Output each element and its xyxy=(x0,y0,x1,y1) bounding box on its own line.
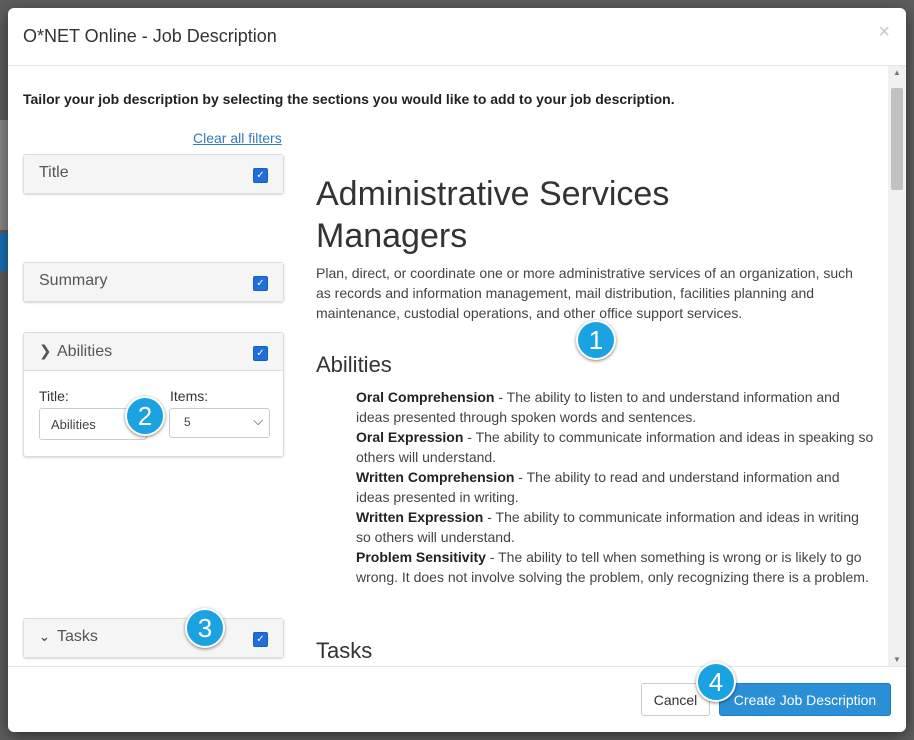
abilities-checkbox[interactable]: ✓ xyxy=(253,346,268,361)
title-checkbox[interactable]: ✓ xyxy=(253,168,268,183)
panel-header-tasks[interactable]: ⌄ Tasks ✓ xyxy=(24,619,283,657)
chevron-down-icon: ⌄ xyxy=(39,629,50,644)
chevron-right-icon: ❯ xyxy=(39,343,52,360)
section-panel-summary: Summary ✓ xyxy=(23,262,284,302)
chevron-down-icon: ⌵ xyxy=(253,413,263,428)
scroll-up-arrow-icon[interactable]: ▲ xyxy=(893,68,901,77)
list-item: Oral Expression - The ability to communi… xyxy=(356,429,874,465)
job-description-modal: O*NET Online - Job Description × Tailor … xyxy=(8,8,906,732)
section-panel-tasks: ⌄ Tasks ✓ xyxy=(23,618,284,658)
abilities-heading: Abilities xyxy=(316,352,392,377)
tasks-checkbox[interactable]: ✓ xyxy=(253,632,268,647)
summary-checkbox[interactable]: ✓ xyxy=(253,276,268,291)
section-panel-title: Title ✓ xyxy=(23,154,284,194)
panel-label: Summary xyxy=(39,272,108,289)
panel-header-title[interactable]: Title ✓ xyxy=(24,155,283,193)
scroll-down-arrow-icon[interactable]: ▼ xyxy=(893,655,901,664)
panel-label: Tasks xyxy=(57,628,98,645)
callout-badge-2: 2 xyxy=(125,396,165,436)
create-job-description-button[interactable]: Create Job Description xyxy=(719,683,891,716)
list-item: Problem Sensitivity - The ability to tel… xyxy=(356,549,869,585)
job-summary: Plan, direct, or coordinate one or more … xyxy=(316,265,853,321)
tasks-heading: Tasks xyxy=(316,638,373,663)
modal-header: O*NET Online - Job Description × xyxy=(8,8,906,66)
scrollbar-thumb[interactable] xyxy=(891,88,903,190)
section-panel-abilities: ❯ Abilities ✓ Title: Items: 5 ⌵ xyxy=(23,332,284,457)
abilities-items-select[interactable]: 5 ⌵ xyxy=(169,408,270,438)
vertical-scrollbar[interactable]: ▲ ▼ xyxy=(888,66,906,666)
intro-text: Tailor your job description by selecting… xyxy=(23,91,675,107)
panel-header-summary[interactable]: Summary ✓ xyxy=(24,263,283,301)
callout-badge-3: 3 xyxy=(185,608,225,648)
modal-title: O*NET Online - Job Description xyxy=(23,26,277,46)
modal-footer: Cancel Create Job Description xyxy=(8,666,906,732)
panel-header-abilities[interactable]: ❯ Abilities ✓ xyxy=(24,333,283,371)
list-item: Written Expression - The ability to comm… xyxy=(356,509,859,545)
modal-body: Tailor your job description by selecting… xyxy=(8,66,906,666)
callout-badge-4: 4 xyxy=(696,662,736,702)
panel-label: Abilities xyxy=(57,343,113,360)
job-title: Administrative Services Managers xyxy=(316,175,670,255)
abilities-list: Oral Comprehension - The ability to list… xyxy=(356,387,876,587)
close-icon[interactable]: × xyxy=(878,22,890,42)
panel-label: Title xyxy=(39,164,69,181)
list-item: Oral Comprehension - The ability to list… xyxy=(356,389,840,425)
items-select-value: 5 xyxy=(184,415,191,429)
items-field-label: Items: xyxy=(170,388,209,404)
list-item: Written Comprehension - The ability to r… xyxy=(356,469,840,505)
clear-all-filters-link[interactable]: Clear all filters xyxy=(193,130,282,146)
title-field-label: Title: xyxy=(39,388,69,404)
callout-badge-1: 1 xyxy=(576,320,616,360)
